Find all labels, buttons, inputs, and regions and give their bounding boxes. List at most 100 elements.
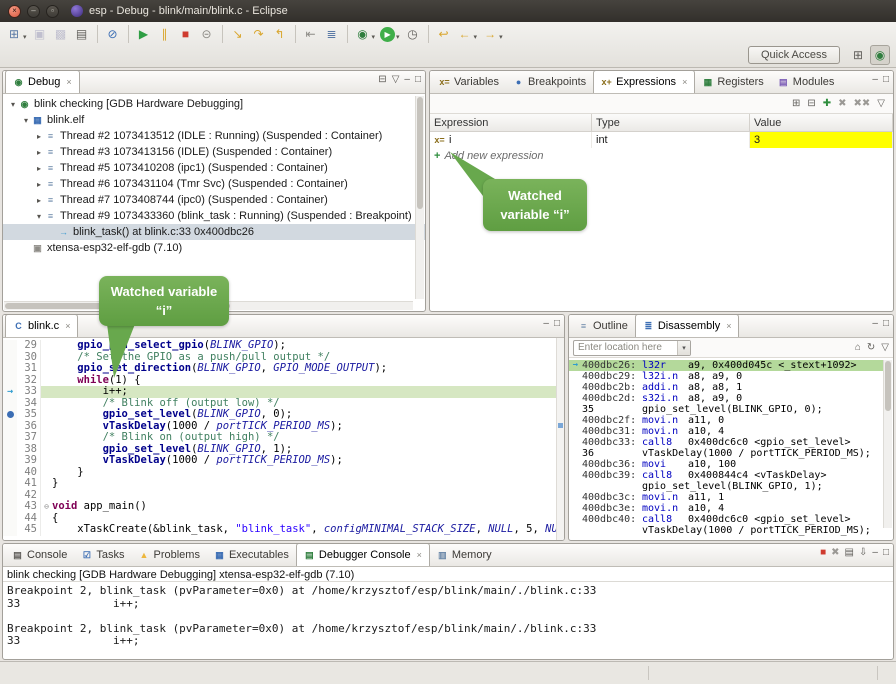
window-close-button[interactable]: × — [8, 5, 21, 18]
back-icon-dropdown[interactable]: ▾ — [474, 33, 478, 41]
close-tab-icon[interactable]: × — [682, 77, 687, 87]
combo-dropdown-icon[interactable]: ▾ — [677, 341, 690, 355]
remove-console-icon[interactable]: ✖ — [831, 548, 839, 558]
debug-tree-row[interactable]: ▸≡Thread #3 1073413156 (IDLE) (Suspended… — [3, 144, 425, 160]
save-all-icon[interactable]: ▩ — [51, 24, 71, 44]
save-icon[interactable]: ▣ — [30, 24, 50, 44]
tab-tasks[interactable]: ☑Tasks — [74, 544, 131, 566]
clear-console-icon[interactable]: ▤ — [845, 548, 854, 558]
close-tab-icon[interactable]: × — [726, 321, 731, 331]
editor-gutter[interactable] — [3, 501, 17, 513]
debug-perspective-icon[interactable]: ◉ — [870, 45, 890, 65]
editor-gutter[interactable] — [3, 467, 17, 479]
step-over-icon[interactable]: ↷ — [249, 24, 269, 44]
console-output[interactable]: Breakpoint 2, blink_task (pvParameter=0x… — [3, 582, 893, 651]
new-wizard-icon[interactable]: ⊞ — [4, 24, 24, 44]
tab-outline[interactable]: ≡Outline — [571, 315, 635, 337]
editor-gutter[interactable] — [3, 375, 17, 387]
tab-variables[interactable]: x=Variables — [432, 71, 506, 93]
forward-icon-dropdown[interactable]: ▾ — [499, 33, 503, 41]
expand-arrow-icon[interactable]: ▾ — [33, 212, 45, 221]
code-editor[interactable]: 29 gpio_pad_select_gpio(BLINK_GPIO);30 /… — [3, 338, 564, 540]
maximize-icon[interactable]: □ — [883, 319, 889, 329]
debug-tree-row[interactable]: ▾≡Thread #9 1073433360 (blink_task : Run… — [3, 208, 425, 224]
new-wizard-icon-dropdown[interactable]: ▾ — [23, 33, 27, 41]
tab-problems[interactable]: ▲Problems — [131, 544, 206, 566]
add-expression-row[interactable]: +Add new expression — [430, 148, 893, 164]
collapse-all-icon[interactable]: ⊟ — [807, 99, 815, 109]
refresh-icon[interactable]: ↻ — [867, 343, 875, 353]
step-return-icon[interactable]: ↰ — [270, 24, 290, 44]
add-expression-icon[interactable]: ✚ — [823, 99, 831, 109]
window-minimize-button[interactable]: – — [27, 5, 40, 18]
debug-icon[interactable]: ◉ — [353, 24, 373, 44]
close-tab-icon[interactable]: × — [417, 550, 422, 560]
debug-tree-row[interactable]: →blink_task() at blink.c:33 0x400dbc26 — [3, 224, 425, 240]
editor-gutter[interactable] — [3, 444, 17, 456]
step-into-icon[interactable]: ↘ — [228, 24, 248, 44]
minimize-icon[interactable]: – — [872, 75, 878, 85]
remove-all-expressions-icon[interactable]: ✖✖ — [854, 99, 871, 109]
quick-access-button[interactable]: Quick Access — [748, 46, 840, 64]
fold-collapse-icon[interactable]: ⊖ — [41, 501, 52, 513]
debug-tree-row[interactable]: ▾◉blink checking [GDB Hardware Debugging… — [3, 96, 425, 112]
overview-ruler[interactable] — [556, 338, 564, 540]
column-header-value[interactable]: Value — [750, 114, 893, 131]
expand-arrow-icon[interactable]: ▸ — [33, 132, 45, 141]
tab-expressions[interactable]: x+Expressions× — [593, 70, 695, 93]
debug-tree-row[interactable]: ▣xtensa-esp32-elf-gdb (7.10) — [3, 240, 425, 256]
show-type-names-icon[interactable]: ⊞ — [792, 99, 800, 109]
debug-tree-row[interactable]: ▸≡Thread #6 1073431104 (Tmr Svc) (Suspen… — [3, 176, 425, 192]
debug-tree-row[interactable]: ▸≡Thread #7 1073408744 (ipc0) (Suspended… — [3, 192, 425, 208]
suspend-icon[interactable]: ∥ — [155, 24, 175, 44]
run-icon-dropdown[interactable]: ▾ — [396, 33, 400, 41]
instruction-stepping-icon[interactable]: ≣ — [322, 24, 342, 44]
debug-tree-row[interactable]: ▸≡Thread #5 1073410208 (ipc1) (Suspended… — [3, 160, 425, 176]
location-combo[interactable]: Enter location here ▾ — [573, 340, 691, 356]
debug-icon-dropdown[interactable]: ▾ — [372, 33, 376, 41]
close-tab-icon[interactable]: × — [66, 77, 71, 87]
terminate-icon[interactable]: ■ — [176, 24, 196, 44]
home-icon[interactable]: ⌂ — [855, 343, 861, 353]
editor-gutter[interactable] — [3, 524, 17, 536]
terminate-icon[interactable]: ■ — [820, 548, 826, 558]
forward-icon[interactable]: → — [480, 24, 500, 44]
maximize-icon[interactable]: □ — [883, 548, 889, 558]
expand-arrow-icon[interactable]: ▸ — [33, 196, 45, 205]
expand-arrow-icon[interactable]: ▸ — [33, 148, 45, 157]
profile-icon[interactable]: ◷ — [403, 24, 423, 44]
scroll-lock-icon[interactable]: ⇩ — [859, 548, 867, 558]
print-icon[interactable]: ▤ — [72, 24, 92, 44]
resume-icon[interactable]: ▶ — [134, 24, 154, 44]
run-icon[interactable]: ▶ — [380, 27, 395, 42]
remove-expression-icon[interactable]: ✖ — [838, 99, 846, 109]
tab-modules[interactable]: ▤Modules — [771, 71, 842, 93]
close-tab-icon[interactable]: × — [65, 321, 70, 331]
editor-gutter[interactable] — [3, 340, 17, 352]
tab-debug[interactable]: ◉ Debug × — [5, 70, 80, 93]
view-menu-icon[interactable]: ▽ — [877, 99, 885, 109]
vertical-scrollbar[interactable] — [883, 360, 892, 528]
tab-debugger-console[interactable]: ▤Debugger Console× — [296, 543, 430, 566]
vertical-scrollbar[interactable] — [415, 96, 424, 299]
tab-blink-c[interactable]: C blink.c × — [5, 314, 78, 337]
expand-arrow-icon[interactable]: ▸ — [33, 164, 45, 173]
tab-registers[interactable]: ▦Registers — [695, 71, 770, 93]
drop-to-frame-icon[interactable]: ⇤ — [301, 24, 321, 44]
view-menu-icon[interactable]: ▽ — [392, 75, 400, 85]
skip-all-breakpoints-icon[interactable]: ⊘ — [103, 24, 123, 44]
tab-breakpoints[interactable]: ●Breakpoints — [506, 71, 593, 93]
editor-gutter[interactable] — [3, 455, 17, 467]
tab-disassembly[interactable]: ≣Disassembly× — [635, 314, 740, 337]
editor-gutter[interactable] — [3, 421, 17, 433]
disassembly-listing[interactable]: →400dbc26:l32ra9, 0x400d045c <_stext+109… — [569, 358, 883, 540]
minimize-icon[interactable]: – — [872, 319, 878, 329]
window-maximize-button[interactable]: ▫ — [46, 5, 59, 18]
expand-arrow-icon[interactable]: ▾ — [20, 116, 32, 125]
editor-gutter[interactable] — [3, 352, 17, 364]
tab-executables[interactable]: ▦Executables — [207, 544, 296, 566]
editor-gutter[interactable] — [3, 432, 17, 444]
editor-gutter[interactable] — [3, 363, 17, 375]
maximize-icon[interactable]: □ — [554, 319, 560, 329]
collapse-all-icon[interactable]: ⊟ — [378, 75, 386, 85]
